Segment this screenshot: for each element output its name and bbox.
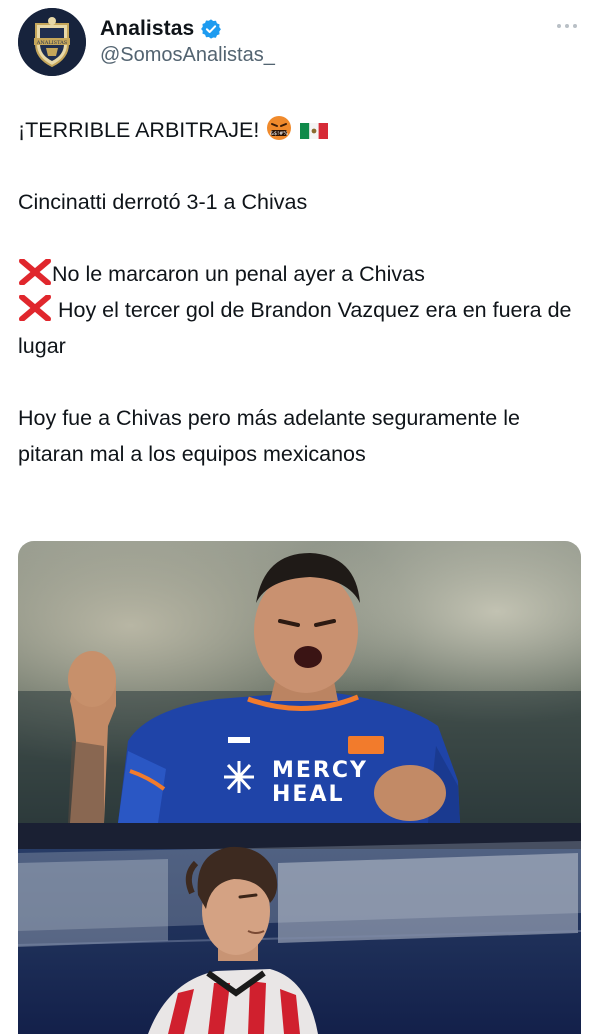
svg-text:MERCY: MERCY (272, 758, 368, 783)
red-cross-mark-icon (19, 295, 51, 321)
svg-text:ANALISTAS: ANALISTAS (36, 40, 68, 46)
verified-badge-icon (201, 19, 222, 39)
tweet-line: Cincinatti derrotó 3-1 a Chivas (18, 190, 308, 214)
tweet-bullet-text: Hoy el tercer gol de Brandon Vazquez era… (18, 298, 572, 358)
tweet-line: Hoy fue a Chivas pero más adelante segur… (18, 406, 520, 466)
tweet-line: ¡TERRIBLE ARBITRAJE! &$!#% (18, 112, 584, 148)
tweet-line: Hoy el tercer gol de Brandon Vazquez era… (18, 292, 584, 364)
tweet-bullet-text: No le marcaron un penal ayer a Chivas (52, 262, 425, 286)
mexico-flag-icon (300, 123, 329, 139)
angry-face-cursing-icon: &$!#% (267, 116, 292, 140)
tweet-header: ANALISTAS Analistas @SomosAnalistas_ (18, 8, 582, 78)
tweet-text: ¡TERRIBLE ARBITRAJE! &$!#% Cincinatti de… (18, 112, 584, 472)
red-cross-mark-icon (19, 259, 51, 285)
user-handle[interactable]: @SomosAnalistas_ (100, 44, 275, 67)
tweet-headline: ¡TERRIBLE ARBITRAJE! (18, 118, 260, 142)
avatar[interactable]: ANALISTAS (18, 8, 86, 76)
chivas-player-portrait-photo[interactable] (18, 823, 581, 1034)
tweet-line: No le marcaron un penal ayer a Chivas (18, 256, 584, 292)
svg-text:&$!#%: &$!#% (270, 131, 288, 137)
svg-text:HEAL: HEAL (272, 782, 345, 807)
analistas-logo-icon: ANALISTAS (18, 8, 86, 76)
display-name[interactable]: Analistas (100, 17, 194, 41)
more-options-icon[interactable] (554, 16, 580, 36)
tweet-media[interactable]: MERCY HEAL (18, 541, 581, 1034)
cincinnati-player-celebrating-photo[interactable]: MERCY HEAL (18, 541, 581, 823)
